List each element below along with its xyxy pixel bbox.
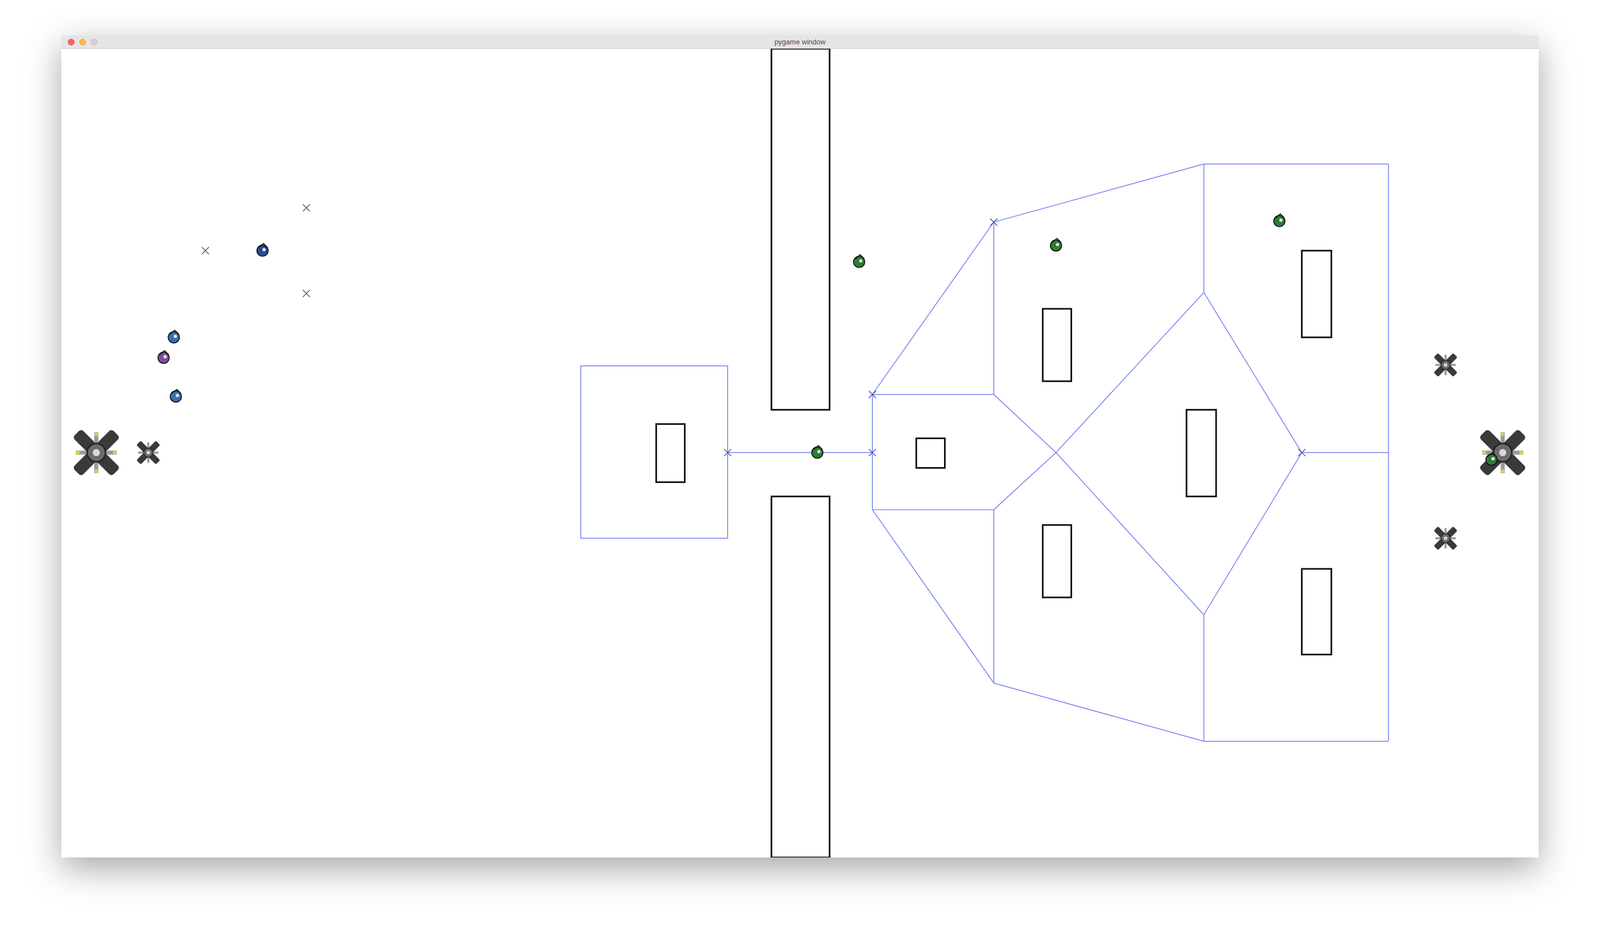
wall <box>916 438 945 468</box>
base-icon <box>1478 428 1527 477</box>
nav-node-icon <box>1298 449 1306 457</box>
wall <box>1042 525 1072 598</box>
unit-icon[interactable] <box>168 330 180 343</box>
nav-mesh <box>580 163 1389 741</box>
unit-icon[interactable] <box>170 389 182 402</box>
base-icon <box>72 428 120 477</box>
title-bar: pygame window <box>61 35 1539 49</box>
game-window: pygame window <box>61 35 1539 858</box>
waypoint-icon <box>302 204 310 212</box>
nav-node-icon <box>868 449 877 457</box>
nav-node-icon <box>868 390 877 399</box>
unit-icon[interactable] <box>1486 452 1498 466</box>
nav-node-icon <box>990 218 998 226</box>
unit-icon[interactable] <box>1050 238 1062 251</box>
window-title: pygame window <box>774 37 826 47</box>
unit-icon[interactable] <box>853 254 865 268</box>
nav-node-icon <box>723 449 732 457</box>
game-canvas <box>61 48 1539 858</box>
wall <box>1301 250 1332 338</box>
unit-icon[interactable] <box>1273 214 1285 227</box>
waypoint-icon <box>302 289 310 297</box>
wall <box>771 48 830 410</box>
base-icon <box>1433 353 1458 377</box>
close-button[interactable] <box>67 38 75 46</box>
wall <box>771 496 830 858</box>
base-icon <box>1433 526 1458 550</box>
wall <box>655 423 685 482</box>
wall <box>1186 409 1217 497</box>
unit-icon[interactable] <box>256 243 268 257</box>
waypoint-icon <box>202 246 210 255</box>
zoom-button[interactable] <box>90 38 98 46</box>
wall <box>1301 568 1332 655</box>
wall <box>1042 308 1072 382</box>
base-icon <box>136 440 160 465</box>
unit-icon[interactable] <box>158 350 170 364</box>
minimize-button[interactable] <box>79 38 86 46</box>
unit-icon[interactable] <box>811 445 823 459</box>
